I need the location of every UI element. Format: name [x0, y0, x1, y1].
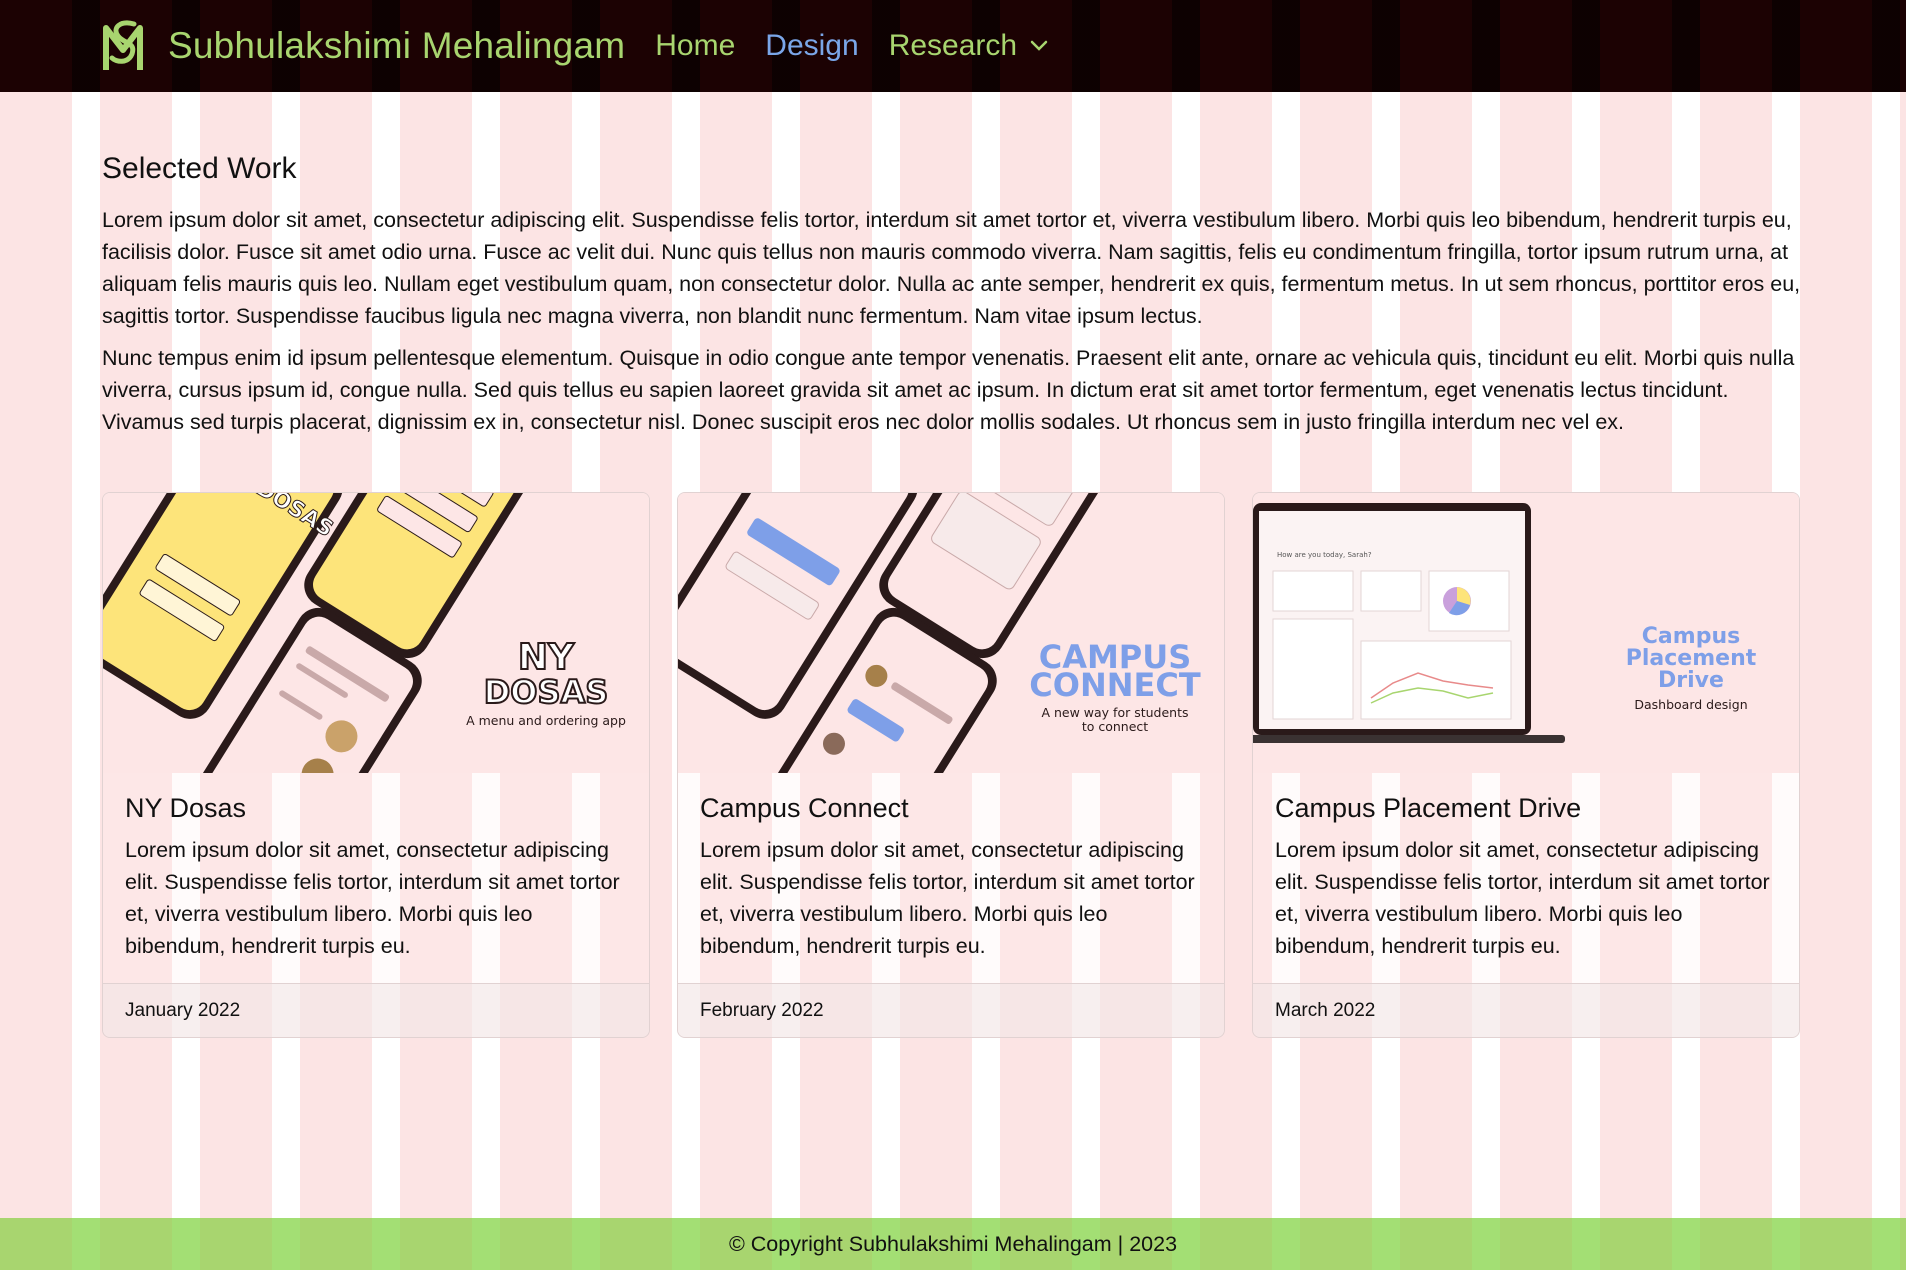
main-content: Selected Work Lorem ipsum dolor sit amet…	[102, 92, 1802, 1038]
project-cards: NY DOSAS A menu and ordering app NY Dosa…	[102, 492, 1802, 1038]
campus-connect-caption-1: A new way for students	[1041, 705, 1188, 720]
campus-connect-thumbnail-art: CAMPUS CONNECT A new way for students to…	[678, 493, 1224, 773]
card-text: Lorem ipsum dolor sit amet, consectetur …	[125, 838, 620, 958]
project-card-ny-dosas[interactable]: NY DOSAS A menu and ordering app NY Dosa…	[102, 492, 650, 1038]
card-body: NY Dosas Lorem ipsum dolor sit amet, con…	[103, 773, 649, 983]
card-date: March 2022	[1253, 983, 1799, 1037]
ny-dosas-logo-line1: NY	[518, 637, 575, 678]
card-text: Lorem ipsum dolor sit amet, consectetur …	[700, 838, 1195, 958]
card-date: February 2022	[678, 983, 1224, 1037]
campus-placement-thumbnail-art: How are you today, Sarah? Campus Placeme…	[1253, 493, 1799, 773]
campus-connect-logo-line2: CONNECT	[1029, 666, 1201, 704]
card-title[interactable]: Campus Placement Drive	[1275, 793, 1777, 824]
ny-dosas-caption: A menu and ordering app	[466, 713, 626, 728]
campus-placement-thumbnail[interactable]: How are you today, Sarah? Campus Placeme…	[1253, 493, 1799, 773]
card-body: Campus Placement Drive Lorem ipsum dolor…	[1253, 773, 1799, 983]
dashboard-greeting-text: How are you today, Sarah?	[1277, 551, 1372, 559]
nav-research-link[interactable]: Research	[889, 29, 1017, 63]
intro-paragraph-2: Nunc tempus enim id ipsum pellentesque e…	[102, 346, 1795, 434]
card-date: January 2022	[103, 983, 649, 1037]
brand[interactable]: Subhulakshimi Mehalingam	[100, 20, 625, 72]
top-navbar: Subhulakshimi Mehalingam Home Design Res…	[0, 0, 1906, 92]
sm-logo-icon	[103, 20, 143, 70]
card-title[interactable]: Campus Connect	[700, 793, 1202, 824]
ny-dosas-logo-line2: DOSAS	[484, 673, 609, 711]
project-card-campus-connect[interactable]: CAMPUS CONNECT A new way for students to…	[677, 492, 1225, 1038]
ny-dosas-thumbnail[interactable]: NY DOSAS A menu and ordering app	[103, 493, 649, 773]
chevron-down-icon	[1030, 40, 1048, 51]
page-footer: © Copyright Subhulakshimi Mehalingam | 2…	[0, 1218, 1906, 1270]
placement-caption: Dashboard design	[1634, 697, 1747, 712]
nav-design-link[interactable]: Design	[765, 29, 858, 63]
project-card-campus-placement-drive[interactable]: How are you today, Sarah? Campus Placeme…	[1252, 492, 1800, 1038]
placement-logo-line3: Drive	[1658, 668, 1724, 693]
brand-name[interactable]: Subhulakshimi Mehalingam	[168, 25, 625, 67]
campus-connect-caption-2: to connect	[1082, 719, 1148, 734]
main-nav: Home Design Research	[655, 29, 1049, 63]
copyright-text: © Copyright Subhulakshimi Mehalingam | 2…	[728, 1231, 1178, 1256]
ny-dosas-thumbnail-art: NY DOSAS A menu and ordering app	[103, 493, 649, 773]
page-title: Selected Work	[102, 152, 297, 185]
nav-research-dropdown[interactable]: Research	[889, 29, 1049, 63]
card-title[interactable]: NY Dosas	[125, 793, 627, 824]
campus-connect-thumbnail[interactable]: CAMPUS CONNECT A new way for students to…	[678, 493, 1224, 773]
intro-paragraph-1: Lorem ipsum dolor sit amet, consectetur …	[102, 208, 1801, 328]
card-body: Campus Connect Lorem ipsum dolor sit ame…	[678, 773, 1224, 983]
nav-home-link[interactable]: Home	[655, 29, 735, 63]
card-text: Lorem ipsum dolor sit amet, consectetur …	[1275, 838, 1770, 958]
